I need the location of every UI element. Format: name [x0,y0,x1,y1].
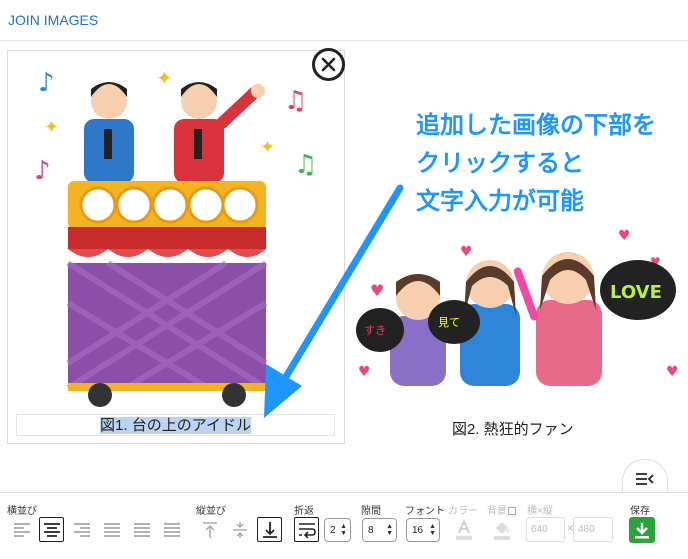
select-arrows-icon: ▲ ▼ [340,523,347,537]
save-label: 保存 [630,506,650,517]
wrap-count-select[interactable]: 2 ▲ ▼ [324,518,351,542]
justify-fill-button[interactable] [159,517,184,542]
valign-top-icon [202,521,217,538]
align-right-icon [73,522,90,537]
horizontal-layout-label: 横並び [7,506,37,517]
align-left-button[interactable] [9,517,34,542]
valign-top-button[interactable] [197,517,222,542]
justify-spread-icon [133,522,150,537]
valign-bottom-button[interactable] [257,517,282,542]
gap-select[interactable]: 8 ▲ ▼ [362,518,397,542]
justify-button[interactable] [99,517,124,542]
save-button[interactable] [629,517,655,543]
font-label: フォント [405,506,445,517]
height-placeholder: 480 [578,524,595,535]
callout-line-3: 文字入力が可能 [416,187,584,215]
callout-arrow [264,184,404,418]
wrap-count-value: 2 [330,524,336,536]
collapse-menu-icon [636,472,654,485]
callout-line-1: 追加した画像の下部を [416,111,656,139]
align-left-icon [13,522,30,537]
color-label: カラー [448,506,478,517]
font-size-value: 16 [412,524,424,536]
size-label: 横×縦 [527,506,553,517]
text-color-icon [455,518,472,540]
background-checkbox[interactable] [508,507,516,515]
width-placeholder: 640 [531,524,548,535]
instruction-callout: 追加した画像の下部を クリックすると 文字入力が可能 [416,106,656,220]
select-arrows-icon: ▲ ▼ [429,523,436,537]
wrap-label: 折返 [294,506,314,517]
select-arrows-icon: ▲ ▼ [386,523,393,537]
text-color-button[interactable] [451,517,476,542]
valign-middle-icon [232,521,247,538]
wrap-toggle-button[interactable] [294,517,319,542]
paint-bucket-icon [493,521,510,540]
bottom-toolbar: 横並び 縦並び 折返 2 ▲ ▼ 隙間 8 ▲ ▼ フォント 16 ▲ ▼ カラ… [0,492,688,559]
background-color-button[interactable] [489,517,514,542]
gap-label: 隙間 [361,506,381,517]
valign-middle-button[interactable] [227,517,252,542]
align-right-button[interactable] [69,517,94,542]
width-input[interactable]: 640 [526,517,565,542]
justify-fill-icon [163,522,180,537]
background-label: 背景 [487,502,516,517]
height-input[interactable]: 480 [573,517,613,542]
vertical-layout-label: 縦並び [196,506,226,517]
wrap-text-icon [298,522,316,538]
valign-bottom-icon [262,521,277,538]
gap-value: 8 [368,524,374,536]
callout-line-2: クリックすると [416,149,584,177]
align-center-button[interactable] [39,517,64,542]
align-center-icon [43,522,60,537]
justify-icon [103,522,120,537]
justify-spread-button[interactable] [129,517,154,542]
download-icon [635,522,649,538]
font-size-select[interactable]: 16 ▲ ▼ [406,518,440,542]
